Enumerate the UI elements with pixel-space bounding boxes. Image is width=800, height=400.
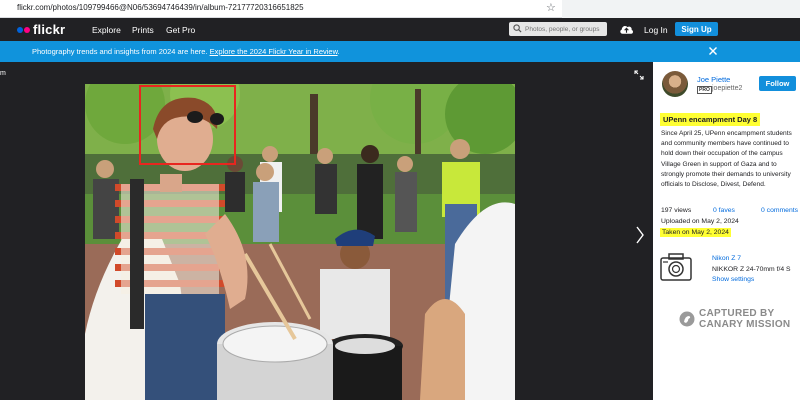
show-settings-link[interactable]: Show settings bbox=[712, 276, 754, 283]
main-photo[interactable] bbox=[85, 84, 515, 400]
bookmark-star-icon[interactable]: ☆ bbox=[546, 1, 556, 14]
nav-explore[interactable]: Explore bbox=[92, 25, 121, 35]
camera-lens: NIKKOR Z 24-70mm f/4 S bbox=[712, 266, 791, 273]
views-count: 197 views bbox=[661, 207, 692, 214]
expand-icon[interactable] bbox=[634, 70, 644, 80]
top-nav: flickr Explore Prints Get Pro Log In Sig… bbox=[0, 18, 800, 41]
upload-cloud-icon[interactable] bbox=[619, 22, 634, 36]
flickr-logo[interactable]: flickr bbox=[17, 22, 65, 37]
owner-avatar[interactable] bbox=[662, 71, 688, 97]
banner-text: Photography trends and insights from 202… bbox=[32, 47, 340, 56]
faves-count[interactable]: 0 faves bbox=[713, 207, 735, 214]
owner-name-link[interactable]: Joe Piette bbox=[697, 75, 730, 84]
search-input[interactable] bbox=[525, 23, 605, 35]
banner-link[interactable]: Explore the 2024 Flickr Year in Review bbox=[210, 47, 338, 56]
nav-prints[interactable]: Prints bbox=[132, 25, 154, 35]
logo-blue-dot bbox=[17, 26, 23, 33]
search-box bbox=[509, 22, 607, 36]
year-in-review-banner: Photography trends and insights from 202… bbox=[0, 41, 800, 62]
follow-button[interactable]: Follow bbox=[759, 76, 796, 91]
watermark-line-2: CANARY MISSION bbox=[699, 319, 791, 330]
browser-url-bar: flickr.com/photos/109799466@N06/53694746… bbox=[0, 0, 800, 18]
browser-toolbar-area bbox=[562, 0, 800, 18]
canary-mission-watermark: CAPTURED BY CANARY MISSION bbox=[679, 306, 799, 332]
canary-bird-icon bbox=[679, 311, 695, 327]
edge-text: m bbox=[0, 70, 6, 77]
upload-date: Uploaded on May 2, 2024 bbox=[661, 218, 739, 225]
signup-button[interactable]: Sign Up bbox=[675, 22, 718, 36]
search-icon[interactable] bbox=[513, 24, 522, 33]
owner-handle: joepiette2 bbox=[712, 85, 743, 92]
logo-text: flickr bbox=[33, 22, 66, 37]
url-text[interactable]: flickr.com/photos/109799466@N06/53694746… bbox=[17, 3, 304, 12]
comments-count[interactable]: 0 comments bbox=[761, 207, 798, 214]
login-link[interactable]: Log In bbox=[644, 25, 668, 35]
watermark-line-1: CAPTURED BY bbox=[699, 308, 775, 319]
nav-get-pro[interactable]: Get Pro bbox=[166, 25, 195, 35]
pro-badge: PRO bbox=[697, 86, 712, 94]
photo-title: UPenn encampment Day 8 bbox=[660, 113, 761, 126]
photo-description: Since April 25, UPenn encampment student… bbox=[661, 130, 792, 189]
banner-message: Photography trends and insights from 202… bbox=[32, 47, 210, 56]
photo-illustration bbox=[85, 84, 515, 400]
photo-sidebar: Joe Piette PRO joepiette2 Follow UPenn e… bbox=[653, 62, 800, 400]
logo-pink-dot bbox=[24, 26, 30, 33]
camera-model-link[interactable]: Nikon Z 7 bbox=[712, 255, 741, 262]
camera-icon bbox=[660, 253, 692, 281]
close-icon[interactable] bbox=[708, 46, 718, 56]
banner-period: . bbox=[337, 47, 340, 56]
taken-date[interactable]: Taken on May 2, 2024 bbox=[660, 228, 731, 237]
next-photo-arrow-icon[interactable] bbox=[635, 225, 645, 245]
photo-viewer: m bbox=[0, 62, 653, 400]
